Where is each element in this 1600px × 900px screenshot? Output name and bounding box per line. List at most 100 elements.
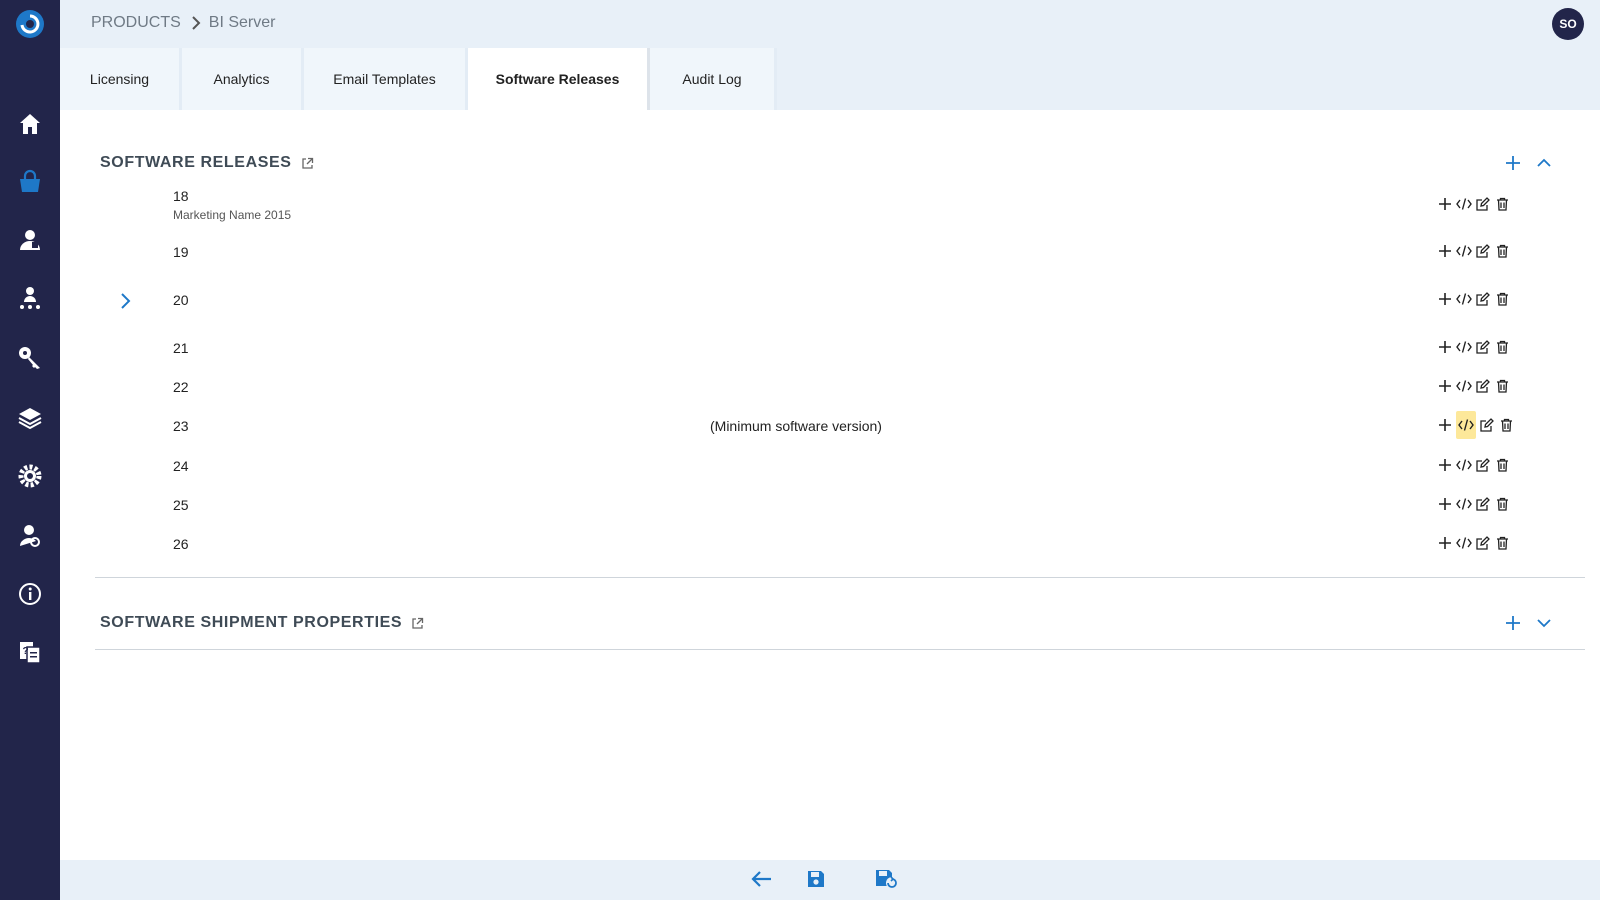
release-subtitle: Marketing Name 2015 [173, 208, 292, 222]
plus-icon[interactable] [1437, 194, 1453, 214]
trash-icon[interactable] [1498, 415, 1514, 435]
code-icon[interactable] [1456, 533, 1472, 553]
nav-settings[interactable] [0, 456, 60, 500]
avatar[interactable]: SO [1552, 8, 1584, 40]
release-version: 19 [173, 244, 189, 260]
tab-analytics[interactable]: Analytics [182, 48, 304, 110]
table-row[interactable]: 18 Marketing Name 2015 [60, 188, 1600, 224]
plus-icon[interactable] [1437, 494, 1453, 514]
table-row[interactable]: 19 [60, 243, 1600, 279]
code-icon[interactable] [1456, 241, 1472, 261]
edit-icon[interactable] [1475, 194, 1491, 214]
release-version: 20 [173, 292, 189, 308]
bottom-action-bar [60, 860, 1600, 900]
table-row[interactable]: 21 [60, 337, 1600, 373]
tab-email-templates[interactable]: Email Templates [304, 48, 468, 110]
edit-icon[interactable] [1479, 415, 1495, 435]
chevron-right-icon[interactable] [120, 292, 132, 310]
row-actions [1437, 455, 1510, 475]
breadcrumb-root[interactable]: PRODUCTS [91, 14, 181, 32]
breadcrumb-current: BI Server [208, 14, 276, 31]
edit-icon[interactable] [1475, 337, 1491, 357]
edit-icon[interactable] [1475, 289, 1491, 309]
code-icon[interactable] [1456, 337, 1472, 357]
save-icon [806, 869, 826, 894]
collapse-releases-button[interactable] [1536, 155, 1552, 171]
nav-home[interactable] [0, 104, 60, 148]
external-link-icon[interactable] [301, 157, 314, 170]
section-divider [95, 577, 1585, 578]
trash-icon[interactable] [1494, 376, 1510, 396]
nav-help[interactable]: ? [0, 632, 60, 676]
plus-icon[interactable] [1437, 289, 1453, 309]
plus-icon[interactable] [1437, 241, 1453, 261]
trash-icon[interactable] [1494, 533, 1510, 553]
trash-icon[interactable] [1494, 194, 1510, 214]
layers-icon [17, 405, 43, 436]
nav-users[interactable] [0, 220, 60, 264]
plus-icon[interactable] [1437, 455, 1453, 475]
nav-layers[interactable] [0, 398, 60, 442]
table-row[interactable]: 25 [60, 494, 1600, 530]
trash-icon[interactable] [1494, 455, 1510, 475]
edit-icon[interactable] [1475, 241, 1491, 261]
chevron-right-icon [191, 16, 201, 30]
section-title: SOFTWARE RELEASES [100, 154, 292, 171]
nav-info[interactable] [0, 574, 60, 618]
gear-icon [17, 463, 43, 494]
table-row[interactable]: 23 (Minimum software version) [60, 411, 1600, 451]
shopping-bag-icon [17, 169, 43, 200]
code-icon[interactable] [1456, 411, 1476, 439]
top-bar: PRODUCTS BI Server SO [60, 0, 1600, 48]
info-icon [17, 581, 43, 612]
code-icon[interactable] [1456, 455, 1472, 475]
release-version: 25 [173, 497, 189, 513]
section-title: SOFTWARE SHIPMENT PROPERTIES [100, 614, 403, 631]
save-button[interactable] [804, 869, 828, 893]
row-actions [1437, 533, 1510, 553]
row-actions [1437, 376, 1510, 396]
save-and-refresh-button[interactable] [875, 869, 899, 893]
release-version: 26 [173, 536, 189, 552]
back-arrow-icon [750, 870, 772, 893]
trash-icon[interactable] [1494, 494, 1510, 514]
code-icon[interactable] [1456, 376, 1472, 396]
software-shipment-header: SOFTWARE SHIPMENT PROPERTIES [100, 614, 424, 632]
trash-icon[interactable] [1494, 289, 1510, 309]
release-version: 22 [173, 379, 189, 395]
help-docs-icon: ? [17, 639, 43, 670]
nav-products[interactable] [0, 162, 60, 206]
tab-licensing[interactable]: Licensing [60, 48, 182, 110]
code-icon[interactable] [1456, 494, 1472, 514]
add-release-button[interactable] [1504, 154, 1522, 172]
nav-organization[interactable] [0, 278, 60, 322]
table-row[interactable]: 24 [60, 455, 1600, 491]
table-row[interactable]: 20 [60, 290, 1600, 326]
table-row[interactable]: 26 [60, 533, 1600, 569]
trash-icon[interactable] [1494, 337, 1510, 357]
expand-shipment-button[interactable] [1536, 615, 1552, 631]
trash-icon[interactable] [1494, 241, 1510, 261]
plus-icon[interactable] [1437, 533, 1453, 553]
tab-software-releases[interactable]: Software Releases [468, 48, 650, 110]
external-link-icon[interactable] [411, 617, 424, 630]
add-shipment-property-button[interactable] [1504, 614, 1522, 632]
back-button[interactable] [749, 869, 773, 893]
edit-icon[interactable] [1475, 494, 1491, 514]
svg-text:?: ? [23, 646, 29, 657]
app-logo-icon[interactable] [15, 9, 45, 39]
edit-icon[interactable] [1475, 376, 1491, 396]
plus-icon[interactable] [1437, 415, 1453, 435]
code-icon[interactable] [1456, 194, 1472, 214]
nav-keys[interactable] [0, 338, 60, 382]
plus-icon[interactable] [1437, 376, 1453, 396]
software-releases-header: SOFTWARE RELEASES [100, 154, 314, 172]
shipment-header-actions [1504, 614, 1552, 632]
table-row[interactable]: 22 [60, 376, 1600, 412]
edit-icon[interactable] [1475, 455, 1491, 475]
nav-user-settings[interactable] [0, 516, 60, 560]
plus-icon[interactable] [1437, 337, 1453, 357]
edit-icon[interactable] [1475, 533, 1491, 553]
tab-audit-log[interactable]: Audit Log [650, 48, 777, 110]
code-icon[interactable] [1456, 289, 1472, 309]
